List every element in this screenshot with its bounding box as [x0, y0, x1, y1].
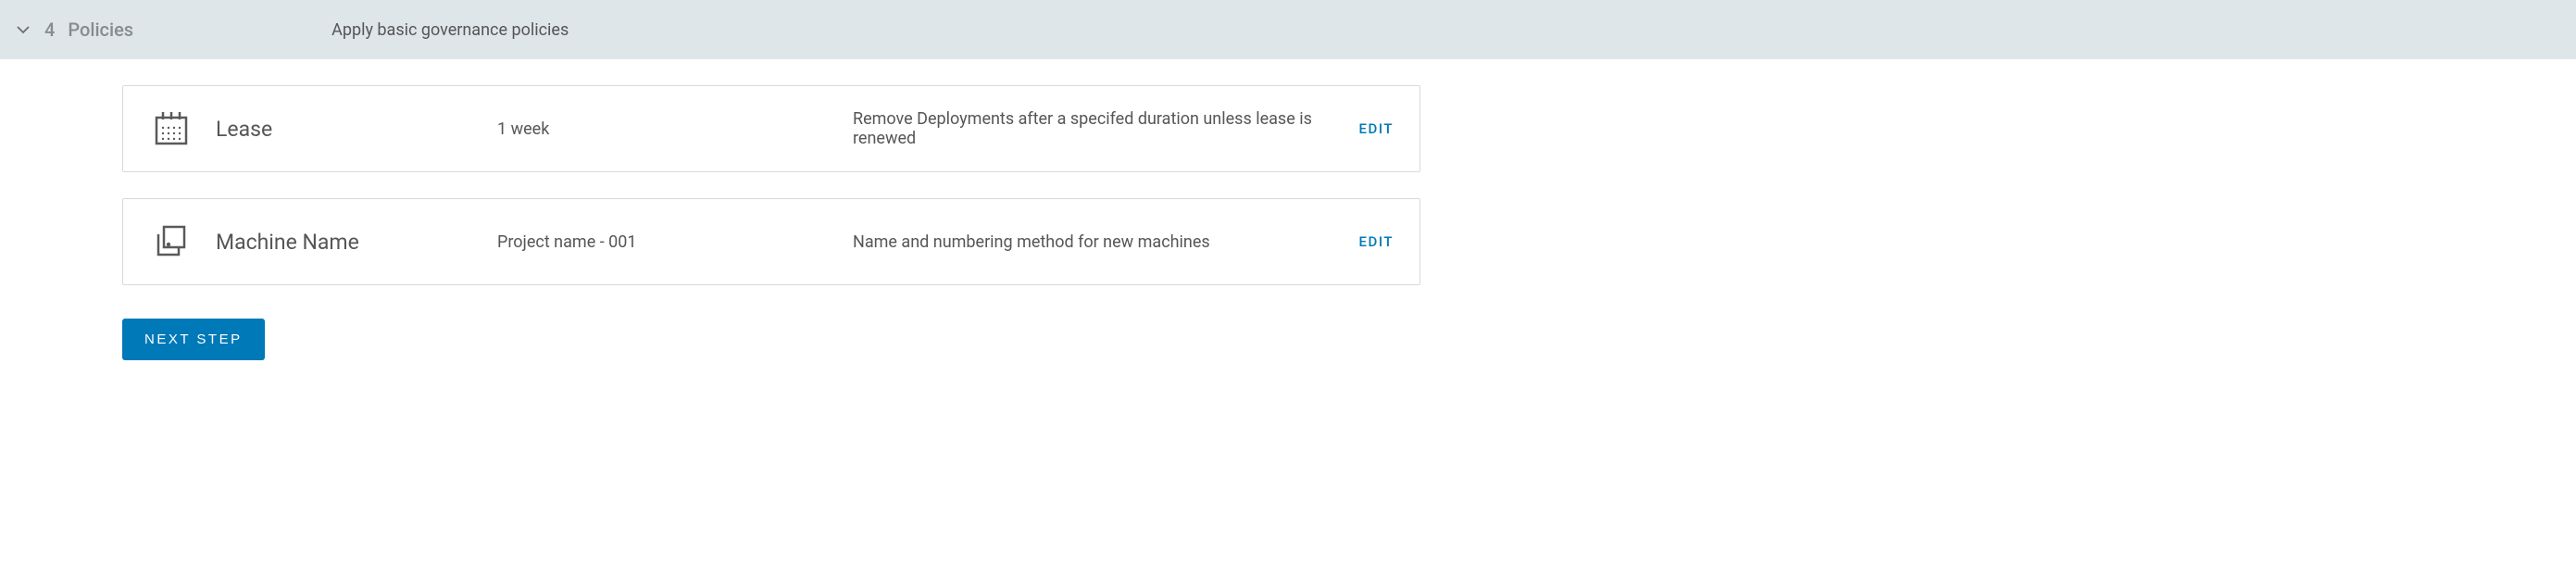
section-header[interactable]: 4 Policies Apply basic governance polici…	[0, 0, 2576, 59]
policies-content: Lease 1 week Remove Deployments after a …	[0, 59, 1420, 386]
edit-button[interactable]: EDIT	[1359, 120, 1394, 137]
policy-value: 1 week	[497, 119, 831, 139]
step-number: 4	[44, 19, 55, 41]
policy-description: Name and numbering method for new machin…	[853, 232, 1337, 252]
policy-card-lease: Lease 1 week Remove Deployments after a …	[122, 85, 1420, 172]
edit-button[interactable]: EDIT	[1359, 233, 1394, 250]
policy-description: Remove Deployments after a specifed dura…	[853, 109, 1337, 148]
step-description: Apply basic governance policies	[331, 20, 569, 40]
policy-name: Lease	[216, 117, 475, 142]
chevron-down-icon	[15, 21, 31, 38]
policy-name: Machine Name	[216, 230, 475, 255]
step-title: Policies	[68, 19, 133, 41]
copy-icon	[149, 221, 194, 262]
policy-card-machine-name: Machine Name Project name - 001 Name and…	[122, 198, 1420, 285]
policy-value: Project name - 001	[497, 232, 831, 252]
next-step-button[interactable]: NEXT STEP	[122, 319, 265, 360]
calendar-icon	[149, 108, 194, 149]
